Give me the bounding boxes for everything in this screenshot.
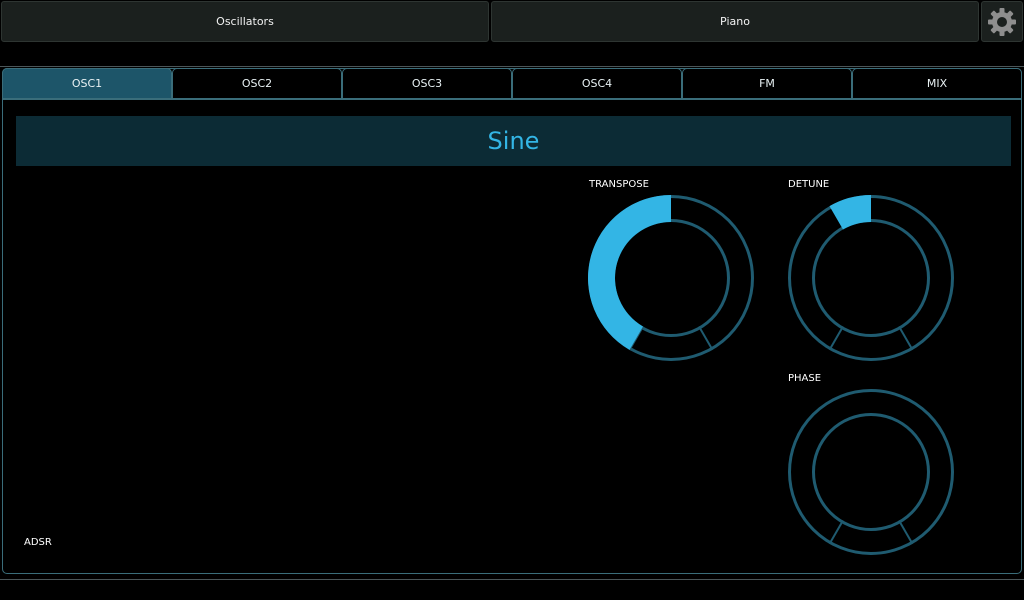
divider [0, 579, 1024, 580]
knob-inner-ring [812, 413, 930, 531]
knob-limit-tick [898, 519, 914, 545]
tab-fm[interactable]: FM [682, 68, 852, 99]
tab-label: OSC1 [71, 77, 103, 90]
tab-label: OSC4 [581, 77, 613, 90]
oscillators-label: Oscillators [216, 15, 274, 28]
knob-limit-tick [828, 325, 844, 351]
tab-osc3[interactable]: OSC3 [342, 68, 512, 99]
settings-button[interactable] [981, 1, 1023, 42]
tab-underline [2, 99, 1022, 100]
piano-label: Piano [720, 15, 750, 28]
adsr-envelope[interactable]: ADSR [20, 178, 512, 552]
divider [0, 66, 1024, 67]
transpose-label: TRANSPOSE [589, 179, 649, 190]
tab-osc2[interactable]: OSC2 [172, 68, 342, 99]
phase-label: PHASE [788, 373, 822, 384]
tab-osc1[interactable]: OSC1 [2, 68, 172, 99]
tab-label: OSC3 [411, 77, 443, 90]
waveform-name: Sine [487, 127, 540, 155]
knob-limit-tick [698, 325, 714, 351]
adsr-label: ADSR [24, 537, 52, 548]
transpose-knob[interactable] [586, 193, 756, 363]
tab-label: MIX [926, 77, 948, 90]
gear-icon [988, 7, 1016, 36]
knob-limit-tick [898, 325, 914, 351]
tab-bar: OSC1 OSC2 OSC3 OSC4 FM MIX [2, 68, 1022, 100]
oscillators-button[interactable]: Oscillators [1, 1, 489, 42]
knob-inner-ring [812, 219, 930, 337]
detune-knob[interactable] [786, 193, 956, 363]
knob-limit-tick [828, 519, 844, 545]
waveform-selector[interactable]: Sine [16, 116, 1011, 166]
detune-label: DETUNE [788, 179, 830, 190]
phase-knob[interactable] [786, 387, 956, 557]
knob-value-arc [588, 195, 671, 350]
tab-label: OSC2 [241, 77, 273, 90]
tab-label: FM [759, 77, 775, 90]
piano-button[interactable]: Piano [491, 1, 979, 42]
tab-mix[interactable]: MIX [852, 68, 1022, 99]
tab-osc4[interactable]: OSC4 [512, 68, 682, 99]
knob-value-arc [829, 195, 871, 230]
